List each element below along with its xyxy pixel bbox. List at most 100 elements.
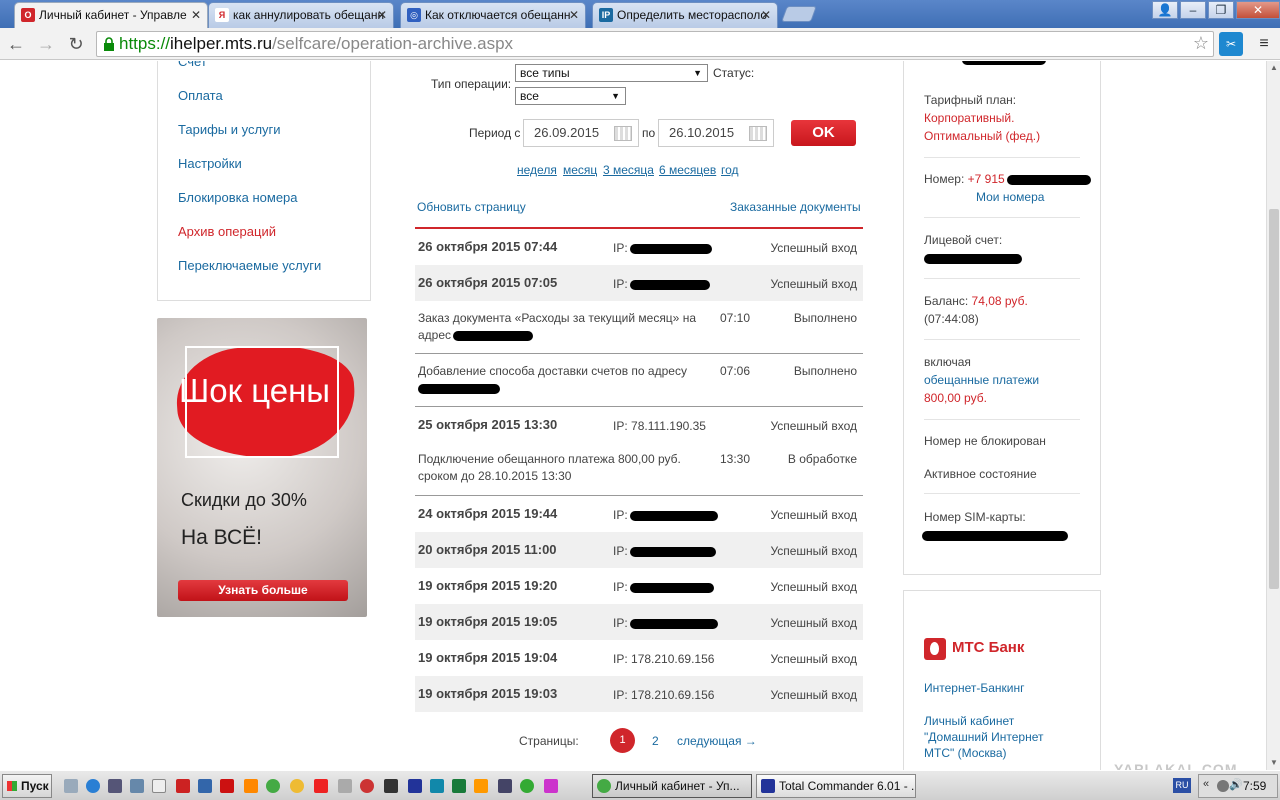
browser-tab-3[interactable]: ◎ Как отключается обещанн ✕: [400, 2, 586, 28]
menu-item-switchable-services[interactable]: Переключаемые услуги: [178, 258, 321, 273]
period-week-link[interactable]: неделя: [517, 163, 557, 177]
period-to-label: по: [642, 126, 656, 140]
scroll-down-arrow-icon[interactable]: ▼: [1267, 756, 1280, 770]
page-1-button[interactable]: 1: [610, 728, 635, 753]
operation-time: 07:06: [720, 364, 751, 378]
promised-payments-link[interactable]: обещанные платежи: [924, 371, 1039, 389]
vertical-scrollbar[interactable]: ▲ ▼: [1266, 61, 1280, 770]
menu-icon[interactable]: ≡: [1252, 32, 1276, 56]
volume-tray-icon[interactable]: 🔊: [1229, 778, 1243, 791]
app-icon[interactable]: [520, 779, 534, 793]
browser-tab-title: Как отключается обещанн: [425, 8, 571, 22]
learn-more-button[interactable]: Узнать больше: [178, 580, 348, 601]
ie-icon[interactable]: [86, 779, 100, 793]
menu-item-payment[interactable]: Оплата: [178, 88, 223, 103]
taskbar-chrome-window[interactable]: Личный кабинет - Уп...: [592, 774, 752, 798]
pdf-icon[interactable]: [474, 779, 488, 793]
tariff-name-line2[interactable]: Оптимальный (фед.): [924, 127, 1040, 145]
acrobat-icon[interactable]: [220, 779, 234, 793]
close-icon[interactable]: ✕: [569, 3, 579, 27]
ordered-documents-link[interactable]: Заказанные документы: [730, 200, 861, 214]
total-commander-icon[interactable]: [408, 779, 422, 793]
operation-ip: IP:: [613, 508, 718, 522]
operation-date: 19 октября 2015 19:04: [418, 650, 558, 665]
close-icon[interactable]: ✕: [761, 3, 771, 27]
app-icon[interactable]: [430, 779, 444, 793]
vlc-icon[interactable]: [244, 779, 258, 793]
app-icon[interactable]: [384, 779, 398, 793]
date-from-input[interactable]: 26.09.2015: [523, 119, 639, 147]
bank-name[interactable]: МТС Банк: [952, 639, 1024, 656]
operation-row: 19 октября 2015 19:20 IP: Успешный вход: [415, 568, 863, 604]
recycle-bin-icon[interactable]: [64, 779, 78, 793]
chrome-icon[interactable]: [266, 779, 280, 793]
restore-button[interactable]: ❐: [1208, 1, 1234, 19]
menu-item-operation-archive[interactable]: Архив операций: [178, 224, 276, 239]
operation-status: Выполнено: [793, 311, 857, 325]
menu-item-tariffs[interactable]: Тарифы и услуги: [178, 122, 281, 137]
promo-banner[interactable]: Шок цены Скидки до 30% На ВСЁ! Узнать бо…: [157, 318, 367, 617]
ok-button[interactable]: OK: [791, 120, 856, 146]
refresh-page-link[interactable]: Обновить страницу: [417, 200, 526, 214]
operation-date: 19 октября 2015 19:03: [418, 686, 558, 701]
calculator-icon[interactable]: [338, 779, 352, 793]
app-icon[interactable]: [544, 779, 558, 793]
new-tab-button[interactable]: [781, 6, 817, 22]
browser-tab-1[interactable]: O Личный кабинет - Управле ✕: [14, 2, 208, 28]
date-to-input[interactable]: 26.10.2015: [658, 119, 774, 147]
reload-icon[interactable]: ↻: [64, 32, 88, 56]
clock-app-icon[interactable]: [290, 779, 304, 793]
close-icon[interactable]: ✕: [191, 3, 201, 27]
opera-icon[interactable]: [314, 779, 328, 793]
tariff-name-line1[interactable]: Корпоративный.: [924, 109, 1014, 127]
period-month-link[interactable]: месяц: [563, 163, 597, 177]
total-commander-icon: [761, 779, 775, 793]
close-icon[interactable]: ✕: [377, 3, 387, 27]
start-button[interactable]: Пуск: [2, 774, 52, 798]
app-icon[interactable]: [176, 779, 190, 793]
operation-row: 26 октября 2015 07:44 IP: Успешный вход: [415, 229, 863, 265]
menu-item-block-number[interactable]: Блокировка номера: [178, 190, 298, 205]
status-value: все: [520, 89, 539, 103]
scroll-up-arrow-icon[interactable]: ▲: [1267, 61, 1280, 75]
home-internet-link-line3[interactable]: МТС" (Москва): [924, 744, 1007, 762]
taskbar-total-commander-window[interactable]: Total Commander 6.01 - ...: [756, 774, 916, 798]
my-numbers-link[interactable]: Мои номера: [976, 188, 1044, 206]
app-icon[interactable]: [498, 779, 512, 793]
tray-expand-icon[interactable]: «: [1203, 778, 1209, 790]
calendar-icon[interactable]: [614, 126, 632, 141]
internet-banking-link[interactable]: Интернет-Банкинг: [924, 679, 1025, 697]
page-2-link[interactable]: 2: [652, 734, 659, 748]
extension-icon[interactable]: ✂: [1219, 32, 1243, 56]
calendar-icon[interactable]: [749, 126, 767, 141]
back-arrow-icon[interactable]: ←: [4, 32, 28, 56]
status-select[interactable]: все ▼: [515, 87, 626, 105]
browser-tab-4[interactable]: IP Определить месторасполо ✕: [592, 2, 778, 28]
taskbar-task-label: Total Commander 6.01 - ...: [779, 779, 916, 793]
menu-item-settings[interactable]: Настройки: [178, 156, 242, 171]
forward-arrow-icon[interactable]: →: [34, 32, 58, 56]
menu-item-account[interactable]: Счет: [178, 61, 207, 69]
media-icon[interactable]: [360, 779, 374, 793]
date-from-value: 26.09.2015: [534, 125, 600, 140]
minimize-button[interactable]: –: [1180, 1, 1206, 19]
app-icon[interactable]: [198, 779, 212, 793]
next-page-link[interactable]: следующая →: [677, 734, 757, 748]
network-tray-icon[interactable]: [1217, 780, 1229, 792]
language-indicator[interactable]: RU: [1173, 778, 1191, 793]
bookmark-star-icon[interactable]: ☆: [1193, 33, 1209, 54]
period-3months-link[interactable]: 3 месяца: [603, 163, 654, 177]
desktop-icon[interactable]: [108, 779, 122, 793]
address-bar[interactable]: https://ihelper.mts.ru/selfcare/operatio…: [96, 31, 1214, 57]
period-year-link[interactable]: год: [721, 163, 739, 177]
scrollbar-thumb[interactable]: [1269, 209, 1279, 589]
operation-date: 19 октября 2015 19:20: [418, 578, 558, 593]
browser-tab-2[interactable]: Я как аннулировать обещанн ✕: [208, 2, 394, 28]
notepad-icon[interactable]: [152, 779, 166, 793]
window-close-button[interactable]: ✕: [1236, 1, 1280, 19]
excel-icon[interactable]: [452, 779, 466, 793]
period-6months-link[interactable]: 6 месяцев: [659, 163, 716, 177]
network-icon[interactable]: [130, 779, 144, 793]
profile-icon[interactable]: 👤: [1152, 1, 1178, 19]
operation-type-select[interactable]: все типы ▼: [515, 64, 708, 82]
